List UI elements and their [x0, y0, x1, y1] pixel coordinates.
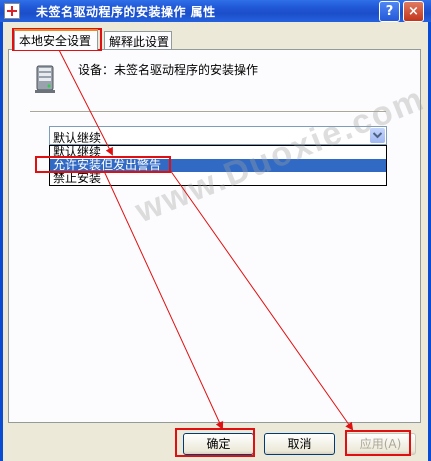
annotation-arrows — [57, 47, 354, 431]
annotation-arrow-to-option — [57, 47, 113, 156]
annotation-arrow-to-ok — [103, 170, 224, 430]
properties-dialog: 未签名驱动程序的安装操作 属性 ? × 解释此设置 本地安全设置 设备：未签名驱… — [0, 0, 431, 461]
annotation-arrow-to-apply — [169, 169, 354, 431]
tab-local-security-setting[interactable]: 本地安全设置 — [14, 29, 98, 50]
